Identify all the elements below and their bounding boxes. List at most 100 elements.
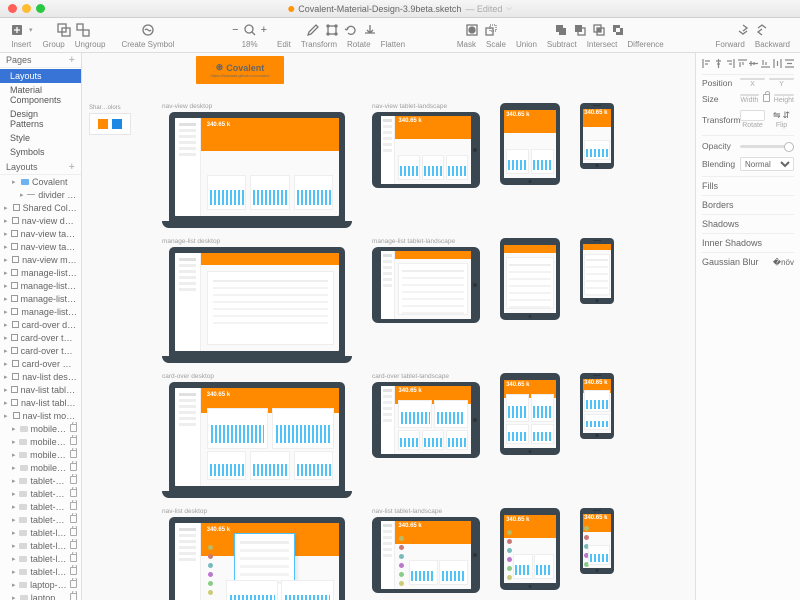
layer-row[interactable]: ▸divider copy 2 [0, 188, 81, 201]
artboard-tab-l[interactable]: nav-view tablet-landscape340.65 k [372, 103, 480, 188]
disclosure-icon[interactable]: ▸ [4, 243, 8, 251]
disclosure-icon[interactable]: ▸ [12, 555, 16, 563]
layer-row[interactable]: ▸card-over tablet-lands… [0, 331, 81, 344]
layer-row[interactable]: ▸laptop-bg n… [0, 578, 81, 591]
disclosure-icon[interactable]: ▸ [12, 477, 16, 485]
artboard-phone[interactable]: 340.65 k [580, 103, 614, 169]
artboard-laptop[interactable]: card-over desktop340.65 k [162, 373, 352, 498]
disclosure-icon[interactable]: ▸ [12, 178, 18, 186]
disclosure-icon[interactable]: ▸ [4, 217, 9, 225]
disclosure-icon[interactable]: ▸ [12, 451, 16, 459]
lock-icon[interactable] [70, 593, 77, 600]
disclosure-icon[interactable]: ▸ [4, 412, 10, 420]
page-row[interactable]: Material Components [0, 83, 81, 107]
covalent-badge[interactable]: ⊛Covalent https://teradata.github.io/cov… [196, 56, 284, 84]
shared-colors-artboard[interactable]: Shar…olors [89, 101, 131, 135]
rotate-icon[interactable] [344, 23, 358, 37]
disclosure-icon[interactable]: ▸ [4, 360, 9, 368]
shadows-section[interactable]: Shadows [702, 214, 794, 231]
lock-icon[interactable] [70, 489, 77, 499]
disclosure-icon[interactable]: ▸ [12, 503, 16, 511]
transform-icon[interactable] [325, 23, 339, 37]
disclosure-icon[interactable]: ▸ [20, 191, 24, 199]
forward-icon[interactable] [736, 23, 750, 37]
layer-row[interactable]: ▸manage-list tablet-lan… [0, 279, 81, 292]
scale-icon[interactable] [484, 23, 498, 37]
disclosure-icon[interactable]: ▸ [4, 308, 8, 316]
flip-h-icon[interactable]: ⇋ [773, 110, 781, 121]
fills-section[interactable]: Fills [702, 176, 794, 193]
lock-icon[interactable] [70, 541, 77, 551]
layer-row[interactable]: ▸card-over tablet-portr… [0, 344, 81, 357]
artboard-laptop[interactable]: nav-view desktop340.65 k [162, 103, 352, 228]
layer-row[interactable]: ▸nav-list mobile [0, 409, 81, 422]
disclosure-icon[interactable]: ▸ [4, 256, 9, 264]
align-hcenter-icon[interactable] [714, 59, 723, 68]
zoom-value[interactable]: 18% [242, 40, 258, 49]
lock-aspect-icon[interactable] [763, 94, 770, 102]
layer-row[interactable]: ▸Covalent [0, 175, 81, 188]
disclosure-icon[interactable]: ▸ [12, 568, 16, 576]
layer-row[interactable]: ▸manage-list tablet-por… [0, 292, 81, 305]
page-row[interactable]: Symbols [0, 145, 81, 159]
zoom-window-icon[interactable] [36, 4, 45, 13]
layer-row[interactable]: ▸tablet-land… [0, 526, 81, 539]
disclosure-icon[interactable]: ▸ [12, 425, 17, 433]
artboard-phone[interactable]: 340.65 k [580, 508, 614, 574]
artboard-tab-p[interactable]: 340.65 k [500, 373, 560, 455]
artboard-phone[interactable]: 340.65 k [580, 373, 614, 439]
close-window-icon[interactable] [8, 4, 17, 13]
artboard-tab-l[interactable]: card-over tablet-landscape340.65 k [372, 373, 480, 458]
flip-v-icon[interactable]: ⇵ [783, 110, 791, 121]
add-layer-icon[interactable]: + [69, 161, 75, 173]
disclosure-icon[interactable]: ▸ [4, 399, 8, 407]
layer-row[interactable]: ▸nav-view tablet-lands… [0, 227, 81, 240]
disclosure-icon[interactable]: ▸ [12, 529, 16, 537]
lock-icon[interactable] [70, 424, 77, 434]
zoom-in-icon[interactable]: + [261, 24, 267, 36]
disclosure-icon[interactable]: ▸ [4, 282, 8, 290]
dropdown-caret-icon[interactable]: ⌵ [506, 5, 511, 13]
disclosure-icon[interactable]: ▸ [12, 581, 16, 589]
disclosure-icon[interactable]: ▸ [4, 321, 9, 329]
height-input[interactable] [774, 94, 794, 96]
align-right-icon[interactable] [726, 59, 735, 68]
disclosure-icon[interactable]: ▸ [4, 373, 9, 381]
align-vcenter-icon[interactable] [749, 59, 758, 68]
disclosure-icon[interactable]: ▸ [4, 386, 8, 394]
artboard-phone[interactable] [580, 238, 614, 304]
lock-icon[interactable] [70, 476, 77, 486]
layer-row[interactable]: ▸manage-list mobile [0, 305, 81, 318]
layer-row[interactable]: ▸tablet-land… [0, 539, 81, 552]
lock-icon[interactable] [70, 437, 77, 447]
layer-row[interactable]: ▸laptop-bg… [0, 591, 81, 600]
add-page-icon[interactable]: + [69, 54, 75, 66]
align-bottom-icon[interactable] [761, 59, 770, 68]
pos-y-input[interactable] [769, 78, 794, 80]
width-input[interactable] [740, 94, 759, 96]
canvas[interactable]: ⊛Covalent https://teradata.github.io/cov… [82, 53, 695, 600]
artboard-tab-l[interactable]: nav-list tablet-landscape340.65 k [372, 508, 480, 593]
subtract-icon[interactable] [573, 23, 587, 37]
inner-shadows-section[interactable]: Inner Shadows [702, 233, 794, 250]
lock-icon[interactable] [70, 528, 77, 538]
layer-row[interactable]: ▸Shared Colors [0, 201, 81, 214]
group-icon[interactable] [57, 23, 71, 37]
disclosure-icon[interactable]: ▸ [12, 542, 16, 550]
layer-row[interactable]: ▸card-over mobile [0, 357, 81, 370]
disclosure-icon[interactable]: ▸ [12, 516, 16, 524]
insert-tool[interactable]: ▾ Insert [6, 21, 37, 49]
layer-row[interactable]: ▸mobile-bg… [0, 422, 81, 435]
artboard-tab-p[interactable]: 340.65 k [500, 103, 560, 185]
layer-row[interactable]: ▸tablet-land… [0, 552, 81, 565]
disclosure-icon[interactable]: ▸ [12, 490, 16, 498]
layer-row[interactable]: ▸tablet-port… [0, 500, 81, 513]
artboard-tab-l[interactable]: manage-list tablet-landscape [372, 238, 480, 323]
edit-icon[interactable] [306, 23, 320, 37]
gaussian-blur-section[interactable]: Gaussian Blur�növ [702, 252, 794, 269]
layer-row[interactable]: ▸nav-view tablet-portrait [0, 240, 81, 253]
lock-icon[interactable] [70, 502, 77, 512]
layer-row[interactable]: ▸nav-view mobile [0, 253, 81, 266]
layer-row[interactable]: ▸tablet-port… [0, 513, 81, 526]
page-row[interactable]: Design Patterns [0, 107, 81, 131]
